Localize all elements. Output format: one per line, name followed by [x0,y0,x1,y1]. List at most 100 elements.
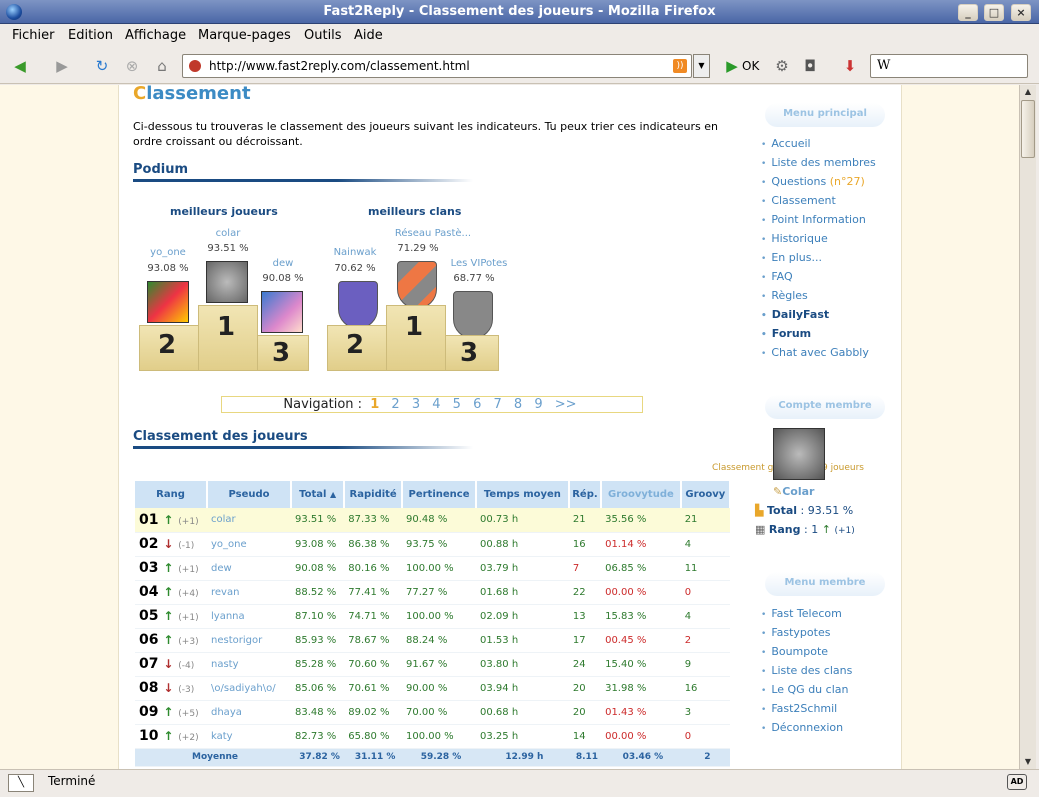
podium-player-2-avatar[interactable] [147,281,189,323]
sidebar-item-accueil[interactable]: Accueil [761,137,810,150]
sidebar-item-forum[interactable]: Forum [761,327,811,340]
minimize-button[interactable]: _ [958,4,978,21]
menu-aide[interactable]: Aide [354,28,383,43]
sidebar-item-fast2schmil[interactable]: Fast2Schmil [761,702,837,715]
scroll-up-icon[interactable]: ▲ [1021,85,1035,99]
podium-player-2-name[interactable]: yo_one [133,247,203,258]
page-link[interactable]: 7 [494,397,502,412]
sidebar-item-boumpote[interactable]: Boumpote [761,645,828,658]
pseudo-link[interactable]: colar [207,508,291,533]
podium-clan-2-shield[interactable] [338,281,378,329]
pseudo-link[interactable]: dhaya [207,700,291,725]
ok-label[interactable]: OK [742,59,759,73]
scroll-down-icon[interactable]: ▼ [1021,755,1035,769]
maximize-button[interactable]: □ [984,4,1004,21]
pseudo-link[interactable]: katy [207,724,291,749]
col-temps-moyen[interactable]: Temps moyen [476,481,570,508]
col-pertinence[interactable]: Pertinence [402,481,478,508]
menu-affichage[interactable]: Affichage [125,28,186,43]
pseudo-link[interactable]: yo_one [207,532,291,557]
go-icon[interactable]: ▶ [722,56,742,76]
podium-clan-3-name[interactable]: Les VIPotes [439,258,519,269]
sidebar-item-chat[interactable]: Chat avec Gabbly [761,346,869,359]
podium-player-3-avatar[interactable] [261,291,303,333]
col-groovy[interactable]: Groovy [680,481,732,508]
adblock-icon[interactable]: AD [1007,774,1027,790]
url-text[interactable]: http://www.fast2reply.com/classement.htm… [209,59,470,73]
page-link[interactable]: 5 [453,397,461,412]
scroll-thumb[interactable] [1021,100,1035,158]
sidebar-item-regles[interactable]: Règles [761,289,807,302]
sidebar-item-classement[interactable]: Classement [761,194,835,207]
close-button[interactable]: × [1011,4,1031,21]
podium-player-1-name[interactable]: colar [193,228,263,239]
average-row: Moyenne 37.82 % 31.11 % 59.28 % 12.99 h 8.11 0… [135,748,730,767]
page-link[interactable]: 2 [391,397,399,412]
search-engine-label[interactable]: W [877,58,890,73]
page-next-link[interactable]: >> [555,397,577,412]
temps-cell: 00.88 h [476,532,569,557]
sidebar-item-fast-telecom[interactable]: Fast Telecom [761,607,842,620]
pseudo-link[interactable]: \o/sadiyah\o/ [207,676,291,701]
total-cell: 82.73 % [291,724,345,749]
sidebar-item-liste-membres[interactable]: Liste des membres [761,156,875,169]
sidebar-item-qg-clan[interactable]: Le QG du clan [761,683,848,696]
col-pseudo[interactable]: Pseudo [207,481,292,508]
stop-icon[interactable]: ⊗ [122,56,142,76]
download-icon[interactable]: ⬇ [840,56,860,76]
pseudo-link[interactable]: lyanna [207,604,291,629]
sidebar-item-fastypotes[interactable]: Fastypotes [761,626,830,639]
menu-edition[interactable]: Edition [68,28,113,43]
status-toggle-icon[interactable]: ╲ [8,774,34,792]
rep-cell: 17 [568,628,602,653]
menu-fichier[interactable]: Fichier [12,28,55,43]
account-name[interactable]: ✎Colar [773,485,814,498]
home-icon[interactable]: ⌂ [152,56,172,76]
pseudo-link[interactable]: nestorigor [207,628,291,653]
pseudo-link[interactable]: revan [207,580,291,605]
col-rang[interactable]: Rang [135,481,208,508]
menu-outils[interactable]: Outils [304,28,342,43]
search-box[interactable]: W [870,54,1028,78]
main-menu-title: Menu principal [765,103,885,127]
camera-icon[interactable]: ◘ [800,56,820,76]
rapidite-cell: 65.80 % [344,724,403,749]
vertical-scrollbar[interactable]: ▲ ▼ [1019,85,1036,769]
page-link[interactable]: 9 [534,397,542,412]
forward-icon[interactable]: ▶ [52,56,72,76]
reload-icon[interactable]: ↻ [92,56,112,76]
page-link[interactable]: 8 [514,397,522,412]
sidebar-item-point-information[interactable]: Point Information [761,213,865,226]
sidebar-item-liste-clans[interactable]: Liste des clans [761,664,852,677]
sidebar-item-deconnexion[interactable]: Déconnexion [761,721,843,734]
podium-clan-2-name[interactable]: Nainwak [325,247,385,258]
page-link[interactable]: 6 [473,397,481,412]
rss-icon[interactable]: )) [673,59,687,73]
col-rapidite[interactable]: Rapidité [344,481,404,508]
pseudo-link[interactable]: nasty [207,652,291,677]
podium-clan-1-shield[interactable] [397,261,437,309]
col-rep[interactable]: Rép. [568,481,603,508]
podium-clan-1-name[interactable]: Réseau Pastè... [383,228,483,239]
podium-clan-3-shield[interactable] [453,291,493,339]
back-icon[interactable]: ◀ [10,56,30,76]
account-rank: ▦ Rang : 1 ↑ (+1) [755,523,855,536]
sidebar-item-en-plus[interactable]: En plus... [761,251,822,264]
page-link[interactable]: 4 [432,397,440,412]
sidebar-item-questions[interactable]: Questions (n°27) [761,175,865,188]
podium-player-3-name[interactable]: dew [248,258,318,269]
url-dropdown-button[interactable]: ▼ [693,54,710,78]
gear-icon[interactable]: ⚙ [772,56,792,76]
menu-marque-pages[interactable]: Marque-pages [198,28,291,43]
page-link[interactable]: 3 [412,397,420,412]
podium-player-1-avatar[interactable] [206,261,248,303]
arrow-down-icon: ↓ [163,681,174,695]
sidebar-item-dailyfast[interactable]: DailyFast [761,308,829,321]
sidebar-item-historique[interactable]: Historique [761,232,827,245]
col-groovytude[interactable]: Groovytude [601,481,682,508]
pseudo-link[interactable]: dew [207,556,291,581]
sidebar-item-faq[interactable]: FAQ [761,270,792,283]
url-bar[interactable]: http://www.fast2reply.com/classement.htm… [182,54,692,78]
account-avatar[interactable] [773,428,825,480]
col-total[interactable]: Total ▲ [291,481,346,508]
